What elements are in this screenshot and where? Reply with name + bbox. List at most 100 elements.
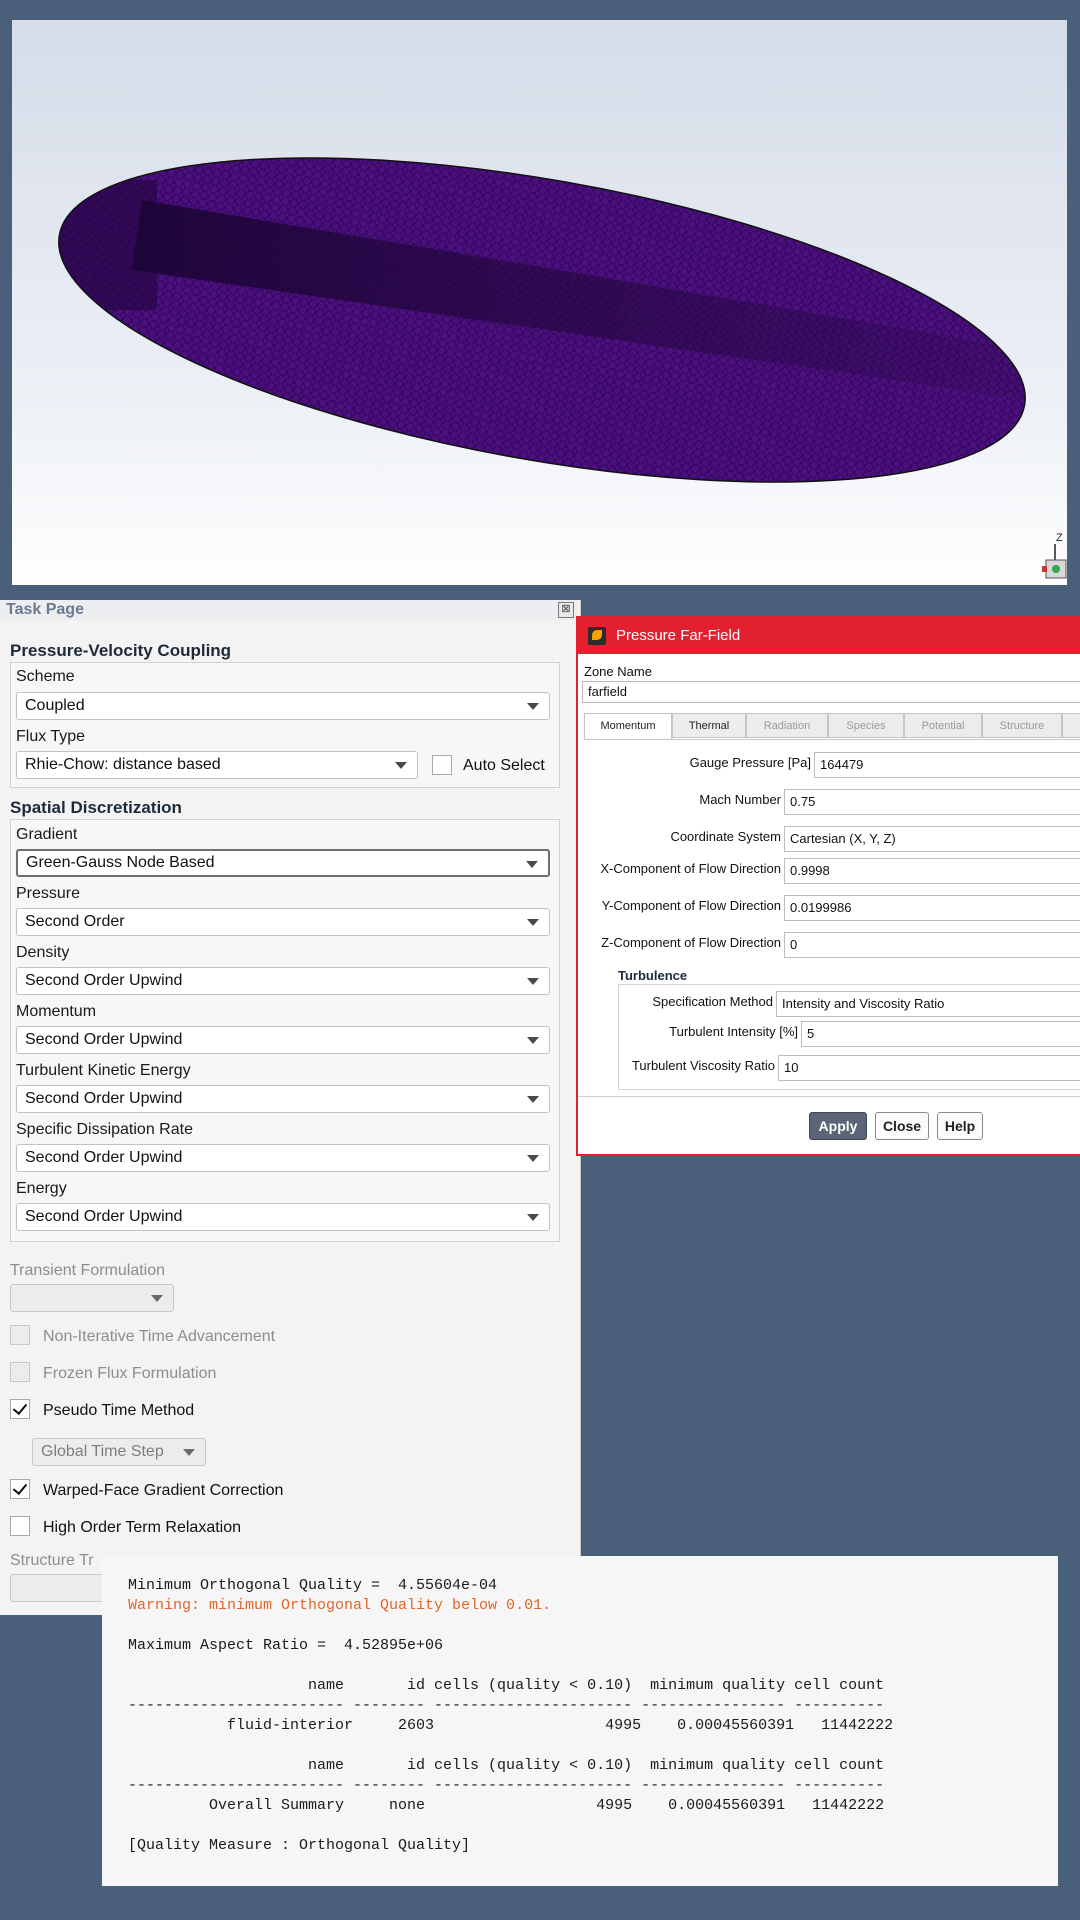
flux-type-dropdown[interactable]: Rhie-Chow: distance based [16,751,418,779]
auto-select-checkbox[interactable] [432,755,452,775]
energy-label: Energy [16,1180,67,1197]
chevron-down-icon [395,762,407,769]
mach-number-label: Mach Number [699,792,781,807]
svg-text:Z: Z [1056,532,1063,544]
fluent-logo-icon [588,627,606,645]
tke-label: Turbulent Kinetic Energy [16,1062,191,1079]
console-warning: Warning: minimum Orthogonal Quality belo… [128,1597,552,1614]
turbulence-title: Turbulence [618,968,688,983]
high-order-checkbox[interactable] [10,1516,30,1536]
turb-intensity-label: Turbulent Intensity [%] [669,1024,798,1039]
dialog-tabs: Momentum Thermal Radiation Species Poten… [584,713,1080,740]
x-direction-field[interactable]: 0.9998 [784,858,1080,884]
dialog-separator [578,1096,1080,1097]
graphics-viewport[interactable]: Z [12,20,1067,585]
apply-button[interactable]: Apply [809,1112,867,1140]
help-button[interactable]: Help [937,1112,983,1140]
tab-thermal[interactable]: Thermal [672,713,746,738]
auto-select-label: Auto Select [463,757,545,774]
chevron-down-icon [527,1096,539,1103]
zone-name-label: Zone Name [584,664,652,679]
gradient-value: Green-Gauss Node Based [26,854,215,871]
turb-viscosity-field[interactable]: 10 [778,1055,1080,1081]
y-direction-field[interactable]: 0.0199986 [784,895,1080,921]
non-iterative-label: Non-Iterative Time Advancement [43,1328,276,1345]
frozen-flux-label: Frozen Flux Formulation [43,1365,217,1382]
high-order-label: High Order Term Relaxation [43,1519,242,1536]
chevron-down-icon [527,1214,539,1221]
axis-triad-icon[interactable]: Z [1040,530,1067,582]
momentum-dropdown[interactable]: Second Order Upwind [16,1026,550,1054]
density-dropdown[interactable]: Second Order Upwind [16,967,550,995]
tab-momentum[interactable]: Momentum [584,713,672,740]
close-button[interactable]: Close [875,1112,929,1140]
pvc-section-title: Pressure-Velocity Coupling [10,641,232,660]
time-step-value: Global Time Step [41,1443,164,1460]
x-direction-label: X-Component of Flow Direction [600,861,781,876]
pressure-dropdown[interactable]: Second Order [16,908,550,936]
gradient-dropdown[interactable]: Green-Gauss Node Based [16,849,550,877]
console-output: Minimum Orthogonal Quality = 4.55604e-04… [102,1556,1058,1886]
coordinate-system-dropdown[interactable]: Cartesian (X, Y, Z) [784,826,1080,852]
energy-value: Second Order Upwind [25,1208,183,1225]
momentum-value: Second Order Upwind [25,1031,183,1048]
flux-type-value: Rhie-Chow: distance based [25,756,221,773]
frozen-flux-checkbox[interactable] [10,1362,30,1382]
dialog-title: Pressure Far-Field [616,627,741,644]
table-row: fluid-interior 2603 4995 0.00045560391 1… [128,1717,894,1734]
pressure-label: Pressure [16,885,81,902]
turb-intensity-field[interactable]: 5 [801,1021,1080,1047]
scheme-value: Coupled [25,697,85,714]
chevron-down-icon [527,1155,539,1162]
density-label: Density [16,944,70,961]
mesh-refinement-zone [47,180,157,310]
dialog-title-bar[interactable]: Pressure Far-Field [578,618,1080,654]
tab-structure[interactable]: Structure [982,713,1062,738]
close-icon[interactable]: ⊠ [558,602,574,618]
tke-value: Second Order Upwind [25,1090,183,1107]
warped-face-label: Warped-Face Gradient Correction [43,1482,284,1499]
tab-potential[interactable]: Potential [904,713,982,738]
tab-overflow[interactable] [1062,713,1080,738]
console-line: Minimum Orthogonal Quality = 4.55604e-04 [128,1577,498,1594]
tke-dropdown[interactable]: Second Order Upwind [16,1085,550,1113]
chevron-down-icon [183,1449,195,1456]
chevron-down-icon [527,1037,539,1044]
zone-name-field[interactable]: farfield [582,681,1080,703]
transient-dropdown[interactable] [10,1284,174,1312]
table-rule: ------------------------ -------- ------… [128,1777,885,1794]
table-header: name id cells (quality < 0.10) minimum q… [128,1677,885,1694]
pseudo-time-checkbox[interactable] [10,1399,30,1419]
chevron-down-icon [527,919,539,926]
pressure-value: Second Order [25,913,125,930]
table-rule: ------------------------ -------- ------… [128,1697,885,1714]
turb-viscosity-label: Turbulent Viscosity Ratio [631,1058,775,1073]
table-header: name id cells (quality < 0.10) minimum q… [128,1757,885,1774]
y-direction-label: Y-Component of Flow Direction [601,898,781,913]
console-line: Maximum Aspect Ratio = 4.52895e+06 [128,1637,444,1654]
warped-face-checkbox[interactable] [10,1479,30,1499]
z-direction-field[interactable]: 0 [784,932,1080,958]
spec-method-label: Specification Method [652,994,773,1009]
mesh-display [47,157,1032,483]
scheme-dropdown[interactable]: Coupled [16,692,550,720]
z-direction-label: Z-Component of Flow Direction [601,935,781,950]
mach-number-field[interactable]: 0.75 [784,789,1080,815]
tab-species[interactable]: Species [828,713,904,738]
flux-type-label: Flux Type [16,728,86,745]
energy-dropdown[interactable]: Second Order Upwind [16,1203,550,1231]
sdr-dropdown[interactable]: Second Order Upwind [16,1144,550,1172]
spatial-section-title: Spatial Discretization [10,798,182,817]
non-iterative-checkbox[interactable] [10,1325,30,1345]
task-page-title: Task Page [0,600,578,620]
time-step-dropdown[interactable]: Global Time Step [32,1438,206,1466]
structure-label: Structure Tr [10,1552,94,1569]
tab-radiation[interactable]: Radiation [746,713,828,738]
density-value: Second Order Upwind [25,972,183,989]
coordinate-system-label: Coordinate System [670,829,781,844]
chevron-down-icon [151,1295,163,1302]
gradient-label: Gradient [16,826,78,843]
spec-method-dropdown[interactable]: Intensity and Viscosity Ratio [776,991,1080,1017]
gauge-pressure-field[interactable]: 164479 [814,752,1080,778]
table-row: Overall Summary none 4995 0.00045560391 … [128,1797,885,1814]
